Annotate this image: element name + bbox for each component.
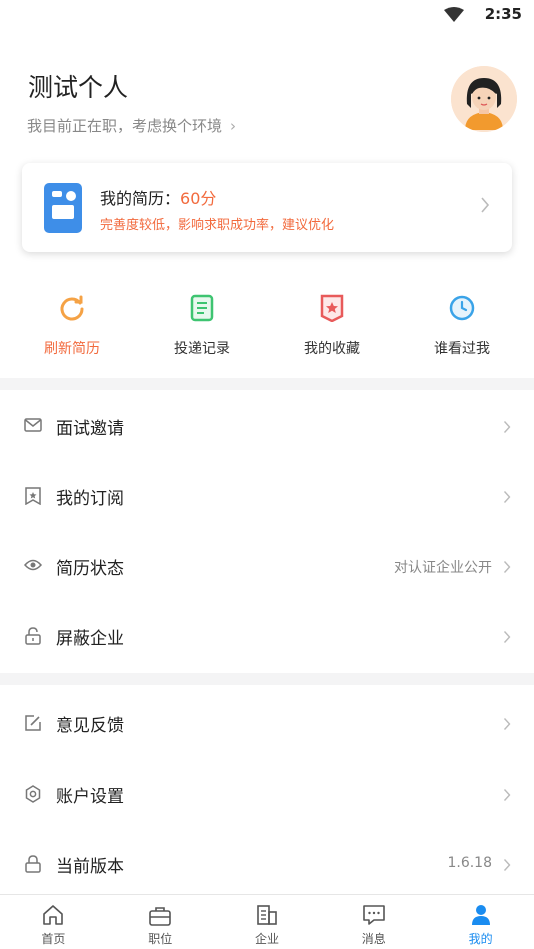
resume-document-icon <box>44 183 82 233</box>
chevron-right-icon <box>481 197 490 213</box>
menu-label: 我的订阅 <box>56 489 124 509</box>
user-name: 测试个人 <box>28 73 129 102</box>
clock-time: 2:35 <box>484 5 522 23</box>
resume-score: 60分 <box>180 189 217 208</box>
menu-label: 当前版本 <box>56 857 124 877</box>
bookmark-icon <box>25 487 41 505</box>
section-divider <box>0 673 534 685</box>
tab-companies-label: 企业 <box>254 932 279 946</box>
avatar[interactable] <box>451 66 517 132</box>
quick-actions: 刷新简历 投递记录 我的收藏 谁看过我 <box>0 290 534 370</box>
message-icon <box>362 905 385 925</box>
resume-visibility-value: 对认证企业公开 <box>394 560 492 576</box>
who-viewed-me-label: 谁看过我 <box>434 341 490 357</box>
building-icon <box>257 905 277 925</box>
chevron-right-icon <box>503 421 511 433</box>
tab-home[interactable]: 首页 <box>0 895 107 949</box>
chevron-right-icon <box>503 718 511 730</box>
tab-messages-label: 消息 <box>361 932 386 946</box>
menu-feedback[interactable]: 意见反馈 <box>0 688 534 758</box>
refresh-resume-button[interactable]: 刷新简历 <box>7 290 137 370</box>
resume-hint: 完善度较低，影响求职成功率，建议优化 <box>100 218 335 233</box>
tab-companies[interactable]: 企业 <box>214 895 321 949</box>
bottom-tab-bar: 首页 职位 企业 消息 我的 <box>0 894 534 949</box>
tab-jobs[interactable]: 职位 <box>107 895 214 949</box>
edit-icon <box>25 715 41 731</box>
resume-title-label: 我的简历： <box>100 189 181 208</box>
tab-mine[interactable]: 我的 <box>427 895 534 949</box>
tab-home-label: 首页 <box>41 932 66 946</box>
wifi-icon <box>444 7 464 22</box>
chevron-right-icon <box>503 789 511 801</box>
my-favorites-label: 我的收藏 <box>304 341 360 357</box>
menu-label: 账户设置 <box>56 787 124 807</box>
menu-label: 面试邀请 <box>56 419 124 439</box>
avatar-woman-icon <box>451 66 517 132</box>
briefcase-icon <box>149 907 171 926</box>
chevron-right-icon <box>503 491 511 503</box>
tab-jobs-label: 职位 <box>148 932 173 946</box>
chevron-right-icon: › <box>230 117 237 135</box>
lock-icon <box>25 855 41 873</box>
record-icon <box>190 294 214 322</box>
menu-interview-invitations[interactable]: 面试邀请 <box>0 391 534 461</box>
user-icon <box>471 905 490 925</box>
tab-mine-label: 我的 <box>468 932 493 946</box>
app-version-value: 1.6.18 <box>447 855 492 871</box>
my-favorites-button[interactable]: 我的收藏 <box>267 290 397 370</box>
profile-header[interactable]: 测试个人 我目前正在职，考虑换个环境 › <box>0 60 534 150</box>
job-status[interactable]: 我目前正在职，考虑换个环境 › <box>27 115 236 136</box>
job-status-text: 我目前正在职，考虑换个环境 <box>27 117 223 135</box>
menu-block-companies[interactable]: 屏蔽企业 <box>0 601 534 671</box>
menu-account-settings[interactable]: 账户设置 <box>0 759 534 829</box>
menu-current-version[interactable]: 当前版本 1.6.18 <box>0 829 534 899</box>
refresh-resume-label: 刷新简历 <box>44 341 100 357</box>
menu-label: 意见反馈 <box>56 716 124 736</box>
chevron-right-icon <box>503 561 511 573</box>
menu-label: 简历状态 <box>56 559 124 579</box>
resume-title: 我的简历：60分 <box>100 185 216 209</box>
eye-icon <box>24 559 42 571</box>
menu-my-subscriptions[interactable]: 我的订阅 <box>0 461 534 531</box>
refresh-icon <box>60 295 84 321</box>
who-viewed-me-button[interactable]: 谁看过我 <box>397 290 527 370</box>
chevron-right-icon <box>503 859 511 871</box>
delivery-record-button[interactable]: 投递记录 <box>137 290 267 370</box>
favorite-icon <box>320 294 344 322</box>
menu-resume-status[interactable]: 简历状态 对认证企业公开 <box>0 531 534 601</box>
lock-icon <box>25 627 41 645</box>
gear-icon <box>25 785 41 803</box>
home-icon <box>43 905 64 925</box>
menu-label: 屏蔽企业 <box>56 629 124 649</box>
tab-messages[interactable]: 消息 <box>320 895 427 949</box>
clock-icon <box>449 295 475 321</box>
mail-icon <box>24 418 42 432</box>
status-bar: 2:35 <box>0 0 534 30</box>
chevron-right-icon <box>503 631 511 643</box>
delivery-record-label: 投递记录 <box>174 341 230 357</box>
section-divider <box>0 378 534 390</box>
resume-card[interactable]: 我的简历：60分 完善度较低，影响求职成功率，建议优化 <box>22 163 512 252</box>
